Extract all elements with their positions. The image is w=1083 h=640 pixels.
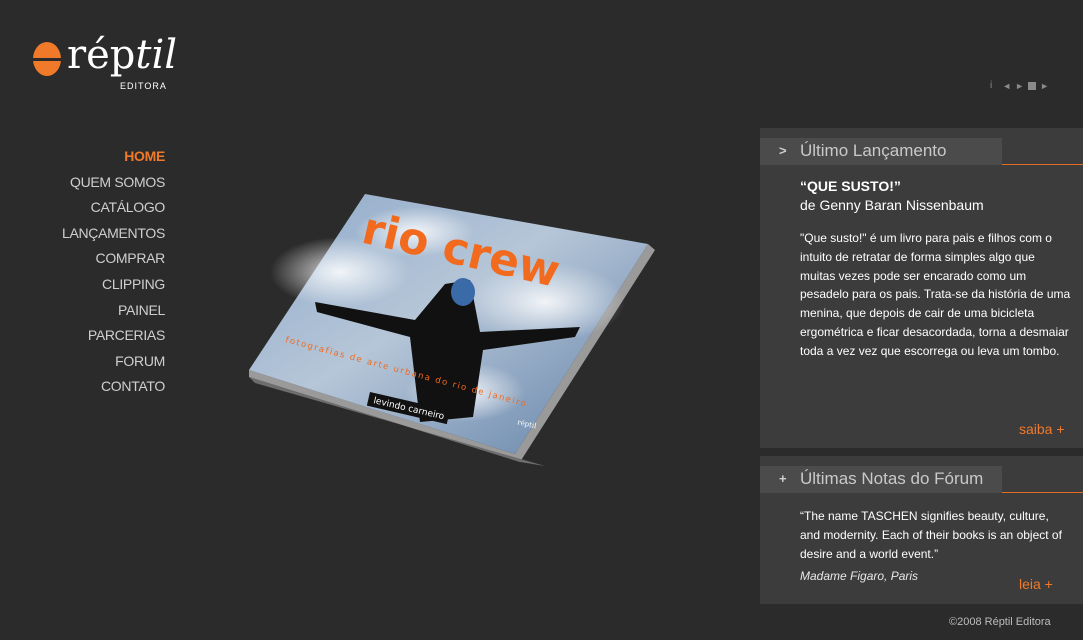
quote-source: Madame Figaro, Paris	[800, 569, 919, 583]
forum-quote: “The name TASCHEN signifies beauty, cult…	[800, 509, 1062, 561]
nav-item-contato[interactable]: CONTATO	[62, 374, 165, 400]
copyright: ©2008 Réptil Editora	[949, 616, 1051, 628]
panel-header: > Último Lançamento	[760, 128, 1083, 165]
nav-item-clipping[interactable]: CLIPPING	[62, 272, 165, 298]
info-icon[interactable]: i	[990, 79, 992, 93]
forum-notes-panel: + Últimas Notas do Fórum “The name TASCH…	[760, 456, 1083, 604]
logo-egg-icon	[33, 42, 61, 76]
book-cover-image: rio crew fotografias de arte urbana do r…	[249, 194, 655, 466]
slideshow-controls: i ◄ ► ►	[990, 79, 1049, 93]
nav-item-lancamentos[interactable]: LANÇAMENTOS	[62, 221, 165, 247]
panel-title: Últimas Notas do Fórum	[800, 469, 984, 488]
nav-item-home[interactable]: HOME	[62, 144, 165, 170]
leia-mais-link[interactable]: leia +	[1019, 576, 1053, 592]
next-icon[interactable]: ►	[1040, 79, 1049, 93]
nav-item-forum[interactable]: FORUM	[62, 349, 165, 375]
release-book-author: de Genny Baran Nissenbaum	[800, 197, 984, 213]
previous-icon[interactable]: ◄	[1002, 79, 1011, 93]
saiba-mais-link[interactable]: saiba +	[1019, 421, 1065, 437]
stop-icon[interactable]	[1028, 82, 1037, 90]
latest-release-panel: > Último Lançamento “QUE SUSTO!” de Genn…	[760, 128, 1083, 448]
featured-book-cover[interactable]: rio crew fotografias de arte urbana do r…	[245, 192, 665, 472]
logo-wordmark: réptil	[67, 32, 178, 78]
panel-header: + Últimas Notas do Fórum	[760, 456, 1083, 493]
logo-subtitle: EDITORA	[120, 81, 167, 91]
nav-item-catalogo[interactable]: CATÁLOGO	[62, 195, 166, 221]
release-book-title: “QUE SUSTO!”	[800, 178, 901, 194]
nav-item-painel[interactable]: PAINEL	[62, 298, 165, 324]
play-icon[interactable]: ►	[1015, 79, 1024, 93]
nav-item-comprar[interactable]: COMPRAR	[62, 246, 166, 272]
nav-item-parcerias[interactable]: PARCERIAS	[62, 323, 165, 349]
plus-icon[interactable]: +	[779, 471, 787, 486]
chevron-right-icon: >	[779, 143, 787, 158]
nav-item-quem-somos[interactable]: QUEM SOMOS	[62, 170, 165, 196]
reptil-logo[interactable]: réptil EDITORA	[33, 32, 183, 98]
panel-title: Último Lançamento	[800, 141, 947, 160]
release-description: "Que susto!" é um livro para pais e filh…	[800, 231, 1071, 358]
main-nav: HOME QUEM SOMOS CATÁLOGO LANÇAMENTOS COM…	[62, 144, 165, 400]
